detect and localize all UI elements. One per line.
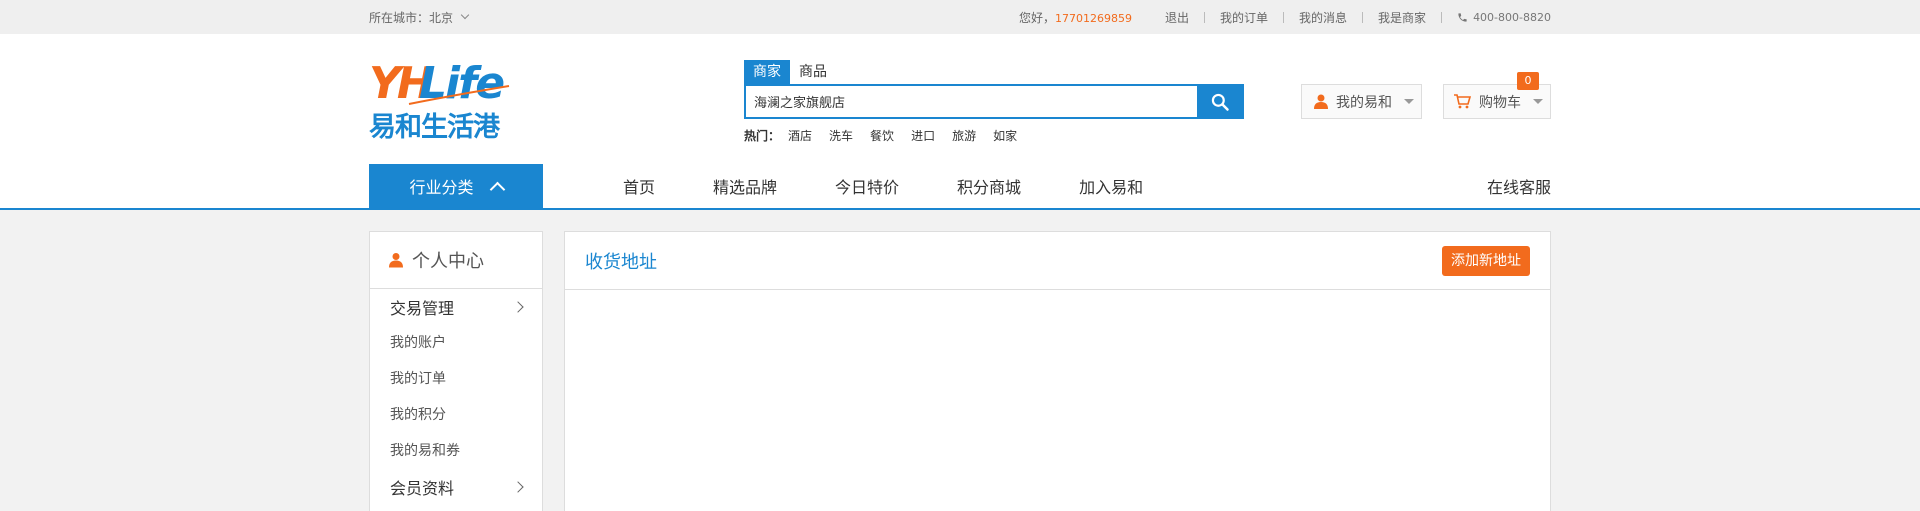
my-orders-link[interactable]: 我的订单	[1205, 9, 1283, 26]
cart-label: 购物车	[1479, 94, 1521, 111]
nav-points-mall[interactable]: 积分商城	[957, 174, 1021, 198]
sidebar-group-label: 会员资料	[390, 479, 455, 498]
search-icon	[1211, 93, 1229, 111]
category-label: 行业分类	[409, 178, 474, 197]
category-menu[interactable]: 行业分类	[369, 164, 543, 208]
sidebar-group-trade[interactable]: 交易管理	[370, 289, 542, 325]
my-messages-link[interactable]: 我的消息	[1284, 9, 1362, 26]
hot-keyword[interactable]: 酒店	[788, 127, 812, 144]
sidebar-item-orders[interactable]: 我的订单	[370, 361, 542, 397]
yhlife-logo[interactable]: YH Life 易和生活港	[369, 56, 511, 140]
hotline: 400-800-8820	[1442, 11, 1551, 24]
search-input[interactable]	[746, 86, 1197, 117]
logout-link[interactable]: 退出	[1150, 9, 1204, 26]
hotline-number: 400-800-8820	[1473, 10, 1551, 24]
add-address-button[interactable]: 添加新地址	[1442, 245, 1530, 276]
user-icon	[1314, 94, 1328, 109]
phone-icon	[1458, 12, 1467, 22]
sidebar: 个人中心 交易管理 我的账户 我的订单 我的积分 我的易和券 会员资料	[369, 231, 543, 511]
sidebar-header: 个人中心	[370, 232, 542, 289]
greeting: 您好，17701269859	[1019, 10, 1132, 25]
page-title: 收货地址	[585, 251, 657, 273]
chevron-up-icon	[489, 181, 505, 197]
sidebar-item-points[interactable]: 我的积分	[370, 397, 542, 433]
nav-deals[interactable]: 今日特价	[835, 174, 899, 198]
main-area: 个人中心 交易管理 我的账户 我的订单 我的积分 我的易和券 会员资料 收货地址…	[0, 231, 1920, 511]
search-tab-product[interactable]: 商品	[790, 60, 836, 84]
hot-keyword[interactable]: 洗车	[829, 127, 853, 144]
hot-label: 热门：	[744, 129, 781, 143]
merchant-link[interactable]: 我是商家	[1363, 9, 1441, 26]
caret-down-icon	[1404, 99, 1414, 104]
header: YH Life 易和生活港 商家 商品 热门： 酒店 洗车 餐饮 进口	[0, 34, 1920, 210]
caret-down-icon	[1533, 99, 1543, 104]
search-area: 商家 商品 热门： 酒店 洗车 餐饮 进口 旅游 如家	[744, 60, 1244, 144]
hot-keyword[interactable]: 如家	[993, 127, 1017, 144]
chevron-down-icon	[460, 10, 470, 20]
nav-join[interactable]: 加入易和	[1079, 174, 1143, 198]
chevron-right-icon	[512, 481, 524, 493]
online-service-link[interactable]: 在线客服	[1487, 174, 1551, 198]
sidebar-item-coupons[interactable]: 我的易和券	[370, 433, 542, 469]
svg-text:Life: Life	[419, 58, 504, 109]
cart-count-badge: 0	[1517, 72, 1539, 90]
sidebar-group-label: 交易管理	[390, 299, 455, 318]
search-tab-merchant[interactable]: 商家	[744, 60, 790, 84]
city-selector[interactable]: 所在城市：北京	[369, 9, 470, 26]
sidebar-group-profile[interactable]: 会员资料	[370, 469, 542, 505]
top-bar: 所在城市：北京 您好，17701269859 退出 我的订单 我的消息 我是商家…	[0, 0, 1920, 34]
cart-icon	[1454, 94, 1471, 109]
sidebar-title: 个人中心	[412, 251, 484, 272]
nav-home[interactable]: 首页	[623, 174, 655, 198]
chevron-right-icon	[512, 301, 524, 313]
hot-keyword[interactable]: 进口	[911, 127, 935, 144]
sidebar-item-account[interactable]: 我的账户	[370, 325, 542, 361]
main-nav: 行业分类 首页 精选品牌 今日特价 积分商城 加入易和 在线客服	[369, 164, 1551, 208]
svg-text:易和生活港: 易和生活港	[369, 112, 501, 140]
city-label: 所在城市：北京	[369, 10, 454, 25]
nav-brands[interactable]: 精选品牌	[713, 174, 777, 198]
my-account-dropdown[interactable]: 我的易和	[1301, 84, 1422, 119]
search-button[interactable]	[1197, 86, 1242, 117]
address-panel: 收货地址 添加新地址	[564, 231, 1551, 511]
user-icon	[389, 253, 403, 268]
hot-keyword[interactable]: 旅游	[952, 127, 976, 144]
hot-keyword[interactable]: 餐饮	[870, 127, 894, 144]
user-phone: 17701269859	[1055, 11, 1132, 25]
my-account-label: 我的易和	[1336, 94, 1392, 111]
